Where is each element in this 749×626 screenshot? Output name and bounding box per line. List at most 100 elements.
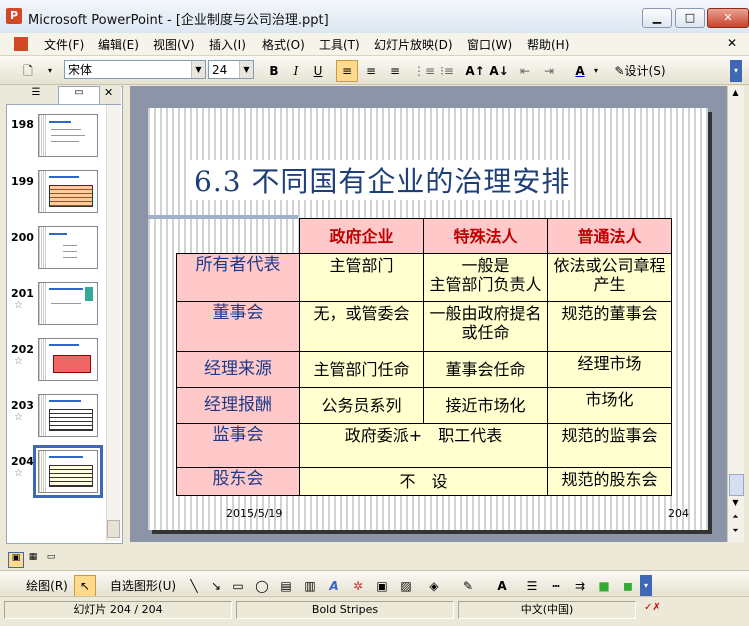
chevron-down-icon[interactable]: ▼	[239, 61, 253, 78]
table-cell: 一般由政府提名或任命	[423, 301, 548, 352]
minimize-button[interactable]: ▁	[642, 8, 672, 28]
decrease-indent-icon[interactable]: ⇤	[514, 60, 536, 82]
autoshapes-button[interactable]: 自选图形(U)	[104, 575, 182, 597]
line-color-icon[interactable]: ✎	[456, 575, 480, 597]
design-icon: ✎	[614, 64, 625, 78]
outline-tab-icon[interactable]: ☰	[14, 87, 58, 102]
governance-table[interactable]: 政府企业 特殊法人 普通法人 所有者代表 主管部门 一般是 主管部门负责人 依法…	[176, 218, 672, 496]
scroll-down-icon[interactable]: ▼	[729, 498, 742, 510]
current-slide[interactable]: 6.3 不同国有企业的治理安排 政府企业 特殊法人 普通法人 所有者代表 主管部…	[148, 108, 708, 530]
next-slide-icon[interactable]: ⏷	[729, 526, 742, 538]
toolbar-options-icon[interactable]: ▾	[730, 60, 742, 82]
menu-close-doc-icon[interactable]: ✕	[727, 36, 737, 50]
slide-thumbnail[interactable]	[38, 338, 98, 381]
scroll-up-icon[interactable]: ▲	[729, 88, 742, 100]
table-header: 政府企业	[299, 218, 424, 254]
close-pane-icon[interactable]: ✕	[104, 86, 113, 99]
slide-thumbnail[interactable]	[38, 282, 98, 325]
align-left-icon[interactable]: ≡	[336, 60, 358, 82]
font-color-icon[interactable]: A	[490, 575, 514, 597]
new-file-icon[interactable]: 🗋	[18, 60, 38, 82]
slide-title[interactable]: 6.3 不同国有企业的治理安排	[190, 160, 575, 200]
table-cell: 一般是 主管部门负责人	[423, 253, 548, 302]
slides-tab-icon[interactable]: ▭	[58, 86, 100, 104]
menu-help[interactable]: 帮助(H)	[527, 36, 569, 53]
arrow-icon[interactable]: ↘	[206, 575, 226, 597]
increase-indent-icon[interactable]: ⇥	[538, 60, 560, 82]
scroll-thumb[interactable]	[729, 474, 744, 496]
thumbnail-scrollbar[interactable]	[106, 105, 121, 541]
drawing-toolbar: 绘图(R) ↖ 自选图形(U) ╲ ↘ ▭ ◯ ▤ ▥ A ✲ ▣ ▨ ◈ ✎ …	[0, 570, 749, 597]
arrow-style-icon[interactable]: ⇉	[570, 575, 590, 597]
increase-font-icon[interactable]: A↑	[464, 60, 486, 82]
table-row: 监事会 政府委派+ 职工代表 规范的监事会	[176, 423, 672, 468]
select-arrow-icon[interactable]: ↖	[74, 575, 96, 597]
italic-button[interactable]: I	[286, 60, 306, 82]
diagram-icon[interactable]: ✲	[348, 575, 368, 597]
oval-icon[interactable]: ◯	[252, 575, 272, 597]
pane-tabs: ☰ ▭ ✕	[6, 86, 121, 105]
close-button[interactable]: ✕	[707, 8, 749, 28]
slide-thumbnail[interactable]	[38, 114, 98, 157]
normal-view-icon[interactable]: ▣	[8, 552, 24, 568]
table-cell: 接近市场化	[423, 387, 548, 424]
spelling-check-icon[interactable]: ✓✗	[644, 602, 666, 616]
maximize-button[interactable]: □	[675, 8, 705, 28]
decrease-font-icon[interactable]: A↓	[488, 60, 510, 82]
toolbar-options-icon[interactable]: ▾	[640, 575, 652, 597]
bullet-list-icon[interactable]: ⁝≡	[436, 60, 458, 82]
menu-slideshow[interactable]: 幻灯片放映(D)	[374, 36, 453, 53]
picture-icon[interactable]: ▨	[396, 575, 416, 597]
slide-thumbnail[interactable]	[38, 170, 98, 213]
align-right-icon[interactable]: ≡	[384, 60, 406, 82]
dash-style-icon[interactable]: ┅	[546, 575, 566, 597]
vertical-scrollbar[interactable]: ▲ ▼ ⏶ ⏷	[727, 86, 744, 542]
wordart-icon[interactable]: A	[324, 575, 344, 597]
document-icon[interactable]	[14, 37, 28, 51]
chevron-down-icon[interactable]: ▾	[591, 60, 601, 82]
underline-button[interactable]: U	[308, 60, 328, 82]
draw-menu-button[interactable]: 绘图(R)	[20, 575, 74, 597]
textbox-icon[interactable]: ▤	[276, 575, 296, 597]
slide-thumbnail[interactable]	[38, 226, 98, 269]
thumbnail-number: 199	[11, 175, 34, 188]
font-color-icon[interactable]: A	[568, 60, 592, 82]
rectangle-icon[interactable]: ▭	[228, 575, 248, 597]
design-button[interactable]: ✎设计(S)	[608, 60, 672, 82]
line-style-icon[interactable]: ☰	[522, 575, 542, 597]
menu-window[interactable]: 窗口(W)	[467, 36, 512, 53]
menu-view[interactable]: 视图(V)	[153, 36, 195, 53]
thumbnail-number: 203	[11, 399, 34, 412]
previous-slide-icon[interactable]: ⏶	[729, 512, 742, 524]
numbered-list-icon[interactable]: ⋮≡	[412, 60, 435, 82]
scroll-down-icon[interactable]	[107, 520, 120, 538]
slide-thumbnail-selected[interactable]	[33, 445, 103, 498]
bold-button[interactable]: B	[264, 60, 284, 82]
slide-sorter-icon[interactable]: ▦	[26, 552, 40, 566]
font-name-select[interactable]: 宋体 ▼	[64, 60, 206, 79]
menu-edit[interactable]: 编辑(E)	[98, 36, 139, 53]
font-size-select[interactable]: 24 ▼	[208, 60, 254, 79]
chevron-down-icon[interactable]: ▼	[191, 61, 205, 78]
menu-file[interactable]: 文件(F)	[44, 36, 84, 53]
shadow-icon[interactable]: ■	[594, 575, 614, 597]
fill-color-icon[interactable]: ◈	[422, 575, 446, 597]
thumbnail-number: 198	[11, 118, 34, 131]
table-cell: 无，或管委会	[299, 301, 424, 352]
table-row: 所有者代表 主管部门 一般是 主管部门负责人 依法或公司章程产生	[176, 253, 672, 302]
table-row: 经理报酬 公务员系列 接近市场化 市场化	[176, 387, 672, 424]
menu-format[interactable]: 格式(O)	[262, 36, 305, 53]
powerpoint-app-icon[interactable]: P	[6, 8, 22, 24]
slide-thumbnail[interactable]	[38, 394, 98, 437]
vertical-textbox-icon[interactable]: ▥	[300, 575, 320, 597]
toolbar-options-icon[interactable]: ▾	[44, 60, 56, 82]
table-cell: 经理市场	[547, 351, 672, 388]
3d-style-icon[interactable]: ◼	[618, 575, 638, 597]
slideshow-view-icon[interactable]: ▭	[44, 552, 58, 566]
line-icon[interactable]: ╲	[184, 575, 204, 597]
table-cell: 主管部门任命	[299, 351, 424, 388]
menu-tools[interactable]: 工具(T)	[319, 36, 360, 53]
clipart-icon[interactable]: ▣	[372, 575, 392, 597]
align-center-icon[interactable]: ≡	[360, 60, 382, 82]
menu-insert[interactable]: 插入(I)	[209, 36, 246, 53]
